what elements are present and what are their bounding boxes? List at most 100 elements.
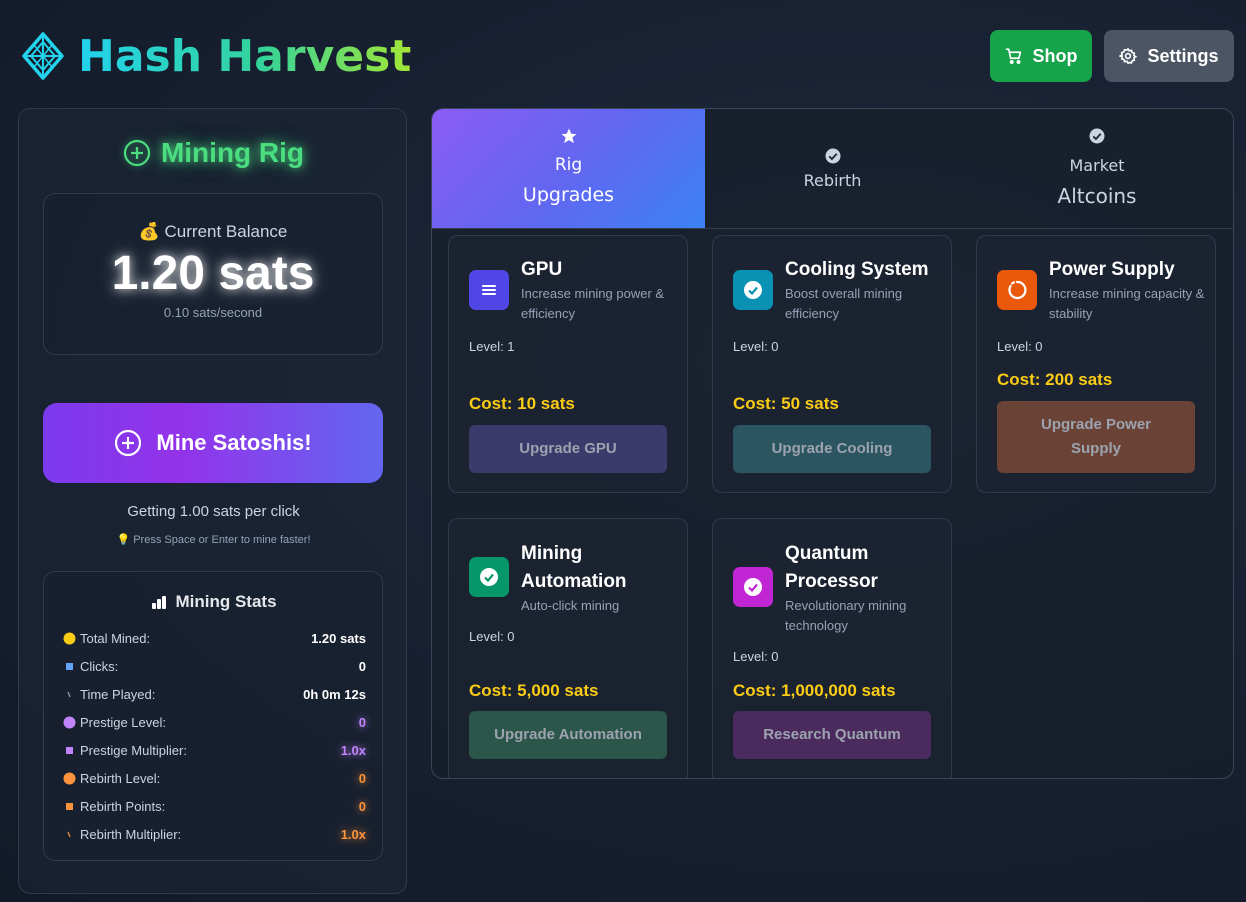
upgrade-desc: Boost overall mining efficiency [785, 286, 903, 321]
per-click-text: Getting 1.00 sats per click [127, 503, 300, 520]
stat-label: Clicks: [80, 658, 119, 674]
mining-rig-panel: Mining Rig 💰 Current Balance 1.20 sats 0… [18, 108, 407, 894]
upgrade-cooling-button[interactable]: Upgrade Cooling [733, 425, 931, 473]
research-quantum-button[interactable]: Research Quantum [733, 711, 931, 759]
upgrade-cost: Cost: 10 sats [469, 394, 575, 413]
settings-button[interactable]: Settings [1104, 30, 1234, 82]
stat-value: 0 [358, 770, 366, 786]
stat-value: 1.20 sats [311, 630, 366, 646]
upgrade-level: Level: 1 [469, 339, 515, 354]
upgrade-gpu-button[interactable]: Upgrade GPU [469, 425, 667, 473]
upgrade-power-supply-button[interactable]: Upgrade Power Supply [997, 401, 1195, 473]
upgrade-card-power-supply: Power Supply Increase mining capacity & … [976, 235, 1216, 493]
upgrade-card-automation: Mining Automation Auto-click mining Leve… [448, 518, 688, 778]
upgrade-automation-button[interactable]: Upgrade Automation [469, 711, 667, 759]
check-circle-icon [1089, 128, 1105, 143]
stat-row-prestige-level: Prestige Level: 0 [62, 712, 366, 732]
stat-value: 1.0x [340, 742, 366, 758]
upgrade-level: Level: 0 [469, 629, 515, 644]
shop-button[interactable]: Shop [990, 30, 1092, 82]
tab-rebirth[interactable]: Rebirth [706, 109, 959, 228]
upgrade-name: Cooling System [785, 259, 929, 280]
upgrade-cost: Cost: 200 sats [997, 370, 1113, 389]
stat-row-rebirth-multiplier: Rebirth Multiplier: 1.0x [62, 824, 366, 844]
tab-label: Altcoins [1057, 183, 1137, 208]
mining-rate: 0.10 sats/second [163, 305, 263, 320]
stat-value: 0 [358, 798, 366, 814]
balance-label: 💰 Current Balance [138, 222, 288, 241]
upgrade-desc: Increase mining power & efficiency [521, 286, 665, 321]
upgrade-desc: Revolutionary mining technology [785, 598, 907, 633]
list-icon [469, 270, 509, 310]
header: Hash Harvest Shop Settings [22, 28, 1234, 84]
check-circle-icon [733, 270, 773, 310]
check-circle-icon [469, 557, 509, 597]
brand: Hash Harvest [22, 28, 411, 84]
upgrade-name: Mining Automation [521, 543, 627, 592]
stat-label: Prestige Level: [80, 714, 166, 730]
plus-circle-icon [115, 429, 142, 457]
stat-label: Rebirth Points: [80, 798, 166, 814]
tab-market-altcoins[interactable]: Market Altcoins [959, 109, 1233, 228]
stat-label: Prestige Multiplier: [80, 742, 187, 758]
stat-label: Rebirth Level: [80, 770, 161, 786]
mine-button[interactable]: Mine Satoshis! [43, 403, 383, 483]
upgrade-card-gpu: GPU Increase mining power & efficiency L… [448, 235, 688, 493]
rig-title-text: Mining Rig [160, 137, 305, 168]
upgrade-card-cooling: Cooling System Boost overall mining effi… [712, 235, 952, 493]
tab-label: Upgrades [522, 183, 615, 206]
square-icon [62, 659, 76, 673]
tab-bar: Rig Upgrades Rebirth Market Altcoins [432, 109, 1233, 229]
upgrade-level: Level: 0 [733, 649, 779, 664]
app-title: Hash Harvest [78, 30, 412, 82]
upgrade-name: GPU [521, 259, 563, 280]
stat-row-clicks: Clicks: 0 [62, 656, 366, 676]
balance-card: 💰 Current Balance 1.20 sats 0.10 sats/se… [43, 193, 383, 355]
star-icon [561, 128, 576, 143]
stat-value: 0h 0m 12s [303, 686, 366, 702]
shop-label: Shop [1032, 45, 1078, 66]
stat-value: 1.0x [340, 826, 366, 842]
upgrade-level: Level: 0 [997, 339, 1043, 354]
tick-icon [62, 687, 76, 701]
stat-row-rebirth-points: Rebirth Points: 0 [62, 796, 366, 816]
bar-chart-icon [152, 596, 167, 609]
upgrade-name: Power Supply [1049, 259, 1175, 280]
stat-label: Time Played: [80, 686, 156, 702]
coin-icon [62, 631, 76, 645]
balance-value: 1.20 sats [111, 247, 315, 300]
mine-button-label: Mine Satoshis! [156, 430, 312, 455]
upgrades-panel: Rig Upgrades Rebirth Market Altcoins GPU… [431, 108, 1234, 779]
upgrade-desc: Auto-click mining [521, 598, 620, 613]
square-icon [62, 743, 76, 757]
tab-label: Rebirth [803, 171, 862, 190]
settings-label: Settings [1147, 45, 1219, 66]
mining-stats-card: Mining Stats Total Mined: 1.20 sats Clic… [43, 571, 383, 861]
stat-row-time-played: Time Played: 0h 0m 12s [62, 684, 366, 704]
check-circle-icon [733, 567, 773, 607]
keyboard-hint: 💡 Press Space or Enter to mine faster! [116, 534, 311, 546]
rig-title: Mining Rig [19, 137, 408, 169]
stat-row-rebirth-level: Rebirth Level: 0 [62, 768, 366, 788]
upgrade-card-quantum: Quantum Processor Revolutionary mining t… [712, 518, 952, 778]
tick-icon [62, 827, 76, 841]
cart-icon [1005, 48, 1021, 64]
tab-rig-upgrades[interactable]: Rig Upgrades [432, 109, 705, 228]
square-icon [62, 799, 76, 813]
stats-title: Mining Stats [44, 592, 384, 612]
tab-label: Rig [554, 154, 583, 175]
plus-circle-icon [123, 139, 151, 167]
stat-label: Rebirth Multiplier: [80, 826, 182, 842]
stat-row-total-mined: Total Mined: 1.20 sats [62, 628, 366, 648]
gear-icon [1119, 47, 1138, 65]
upgrade-level: Level: 0 [733, 339, 779, 354]
stat-row-prestige-multiplier: Prestige Multiplier: 1.0x [62, 740, 366, 760]
power-ring-icon [997, 270, 1037, 310]
upgrade-desc: Increase mining capacity & stability [1049, 286, 1205, 321]
stat-label: Total Mined: [80, 630, 151, 646]
circle-icon [62, 715, 76, 729]
check-circle-icon [825, 148, 840, 164]
diamond-logo-icon [22, 32, 64, 80]
tab-label: Market [1069, 155, 1125, 175]
upgrade-cost: Cost: 1,000,000 sats [733, 681, 896, 700]
